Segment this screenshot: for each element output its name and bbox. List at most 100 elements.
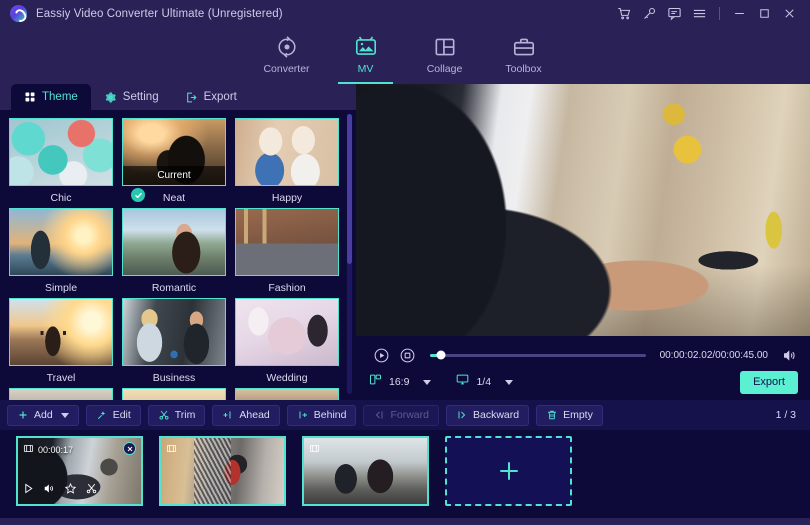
theme-item-happy[interactable]: Happy <box>235 118 339 208</box>
theme-grid: Chic Current Neat Happy Simple Romantic … <box>0 110 356 400</box>
theme-scroll-area[interactable]: Chic Current Neat Happy Simple Romantic … <box>0 110 356 400</box>
video-preview[interactable] <box>356 84 810 336</box>
nav-item-toolbox[interactable]: Toolbox <box>484 27 563 84</box>
theme-scrollbar[interactable] <box>347 114 352 394</box>
key-icon[interactable] <box>637 0 662 27</box>
theme-item-chic[interactable]: Chic <box>9 118 113 208</box>
maximize-icon[interactable] <box>752 0 777 27</box>
effect-icon[interactable] <box>64 482 77 500</box>
trash-icon <box>546 409 558 421</box>
minimize-icon[interactable] <box>727 0 752 27</box>
theme-selected-check-icon <box>131 188 145 202</box>
film-icon <box>23 443 34 456</box>
theme-item-partial[interactable] <box>235 388 339 400</box>
cart-icon[interactable] <box>612 0 637 27</box>
theme-item-simple[interactable]: Simple <box>9 208 113 298</box>
theme-thumbnail <box>235 388 339 400</box>
add-button-label: Add <box>34 409 53 421</box>
clip-close-icon[interactable] <box>123 442 136 455</box>
backward-button[interactable]: Backward <box>445 404 530 426</box>
ahead-button[interactable]: Ahead <box>212 404 280 426</box>
theme-item-travel[interactable]: Travel <box>9 298 113 388</box>
trim-button[interactable]: Trim <box>147 404 206 426</box>
tab-label-setting: Setting <box>122 91 159 103</box>
move-backward-icon <box>456 409 468 421</box>
theme-thumbnail <box>122 388 226 400</box>
timeline-clip[interactable]: 00:00:17 <box>16 436 143 506</box>
seek-handle[interactable] <box>436 350 446 360</box>
timeline-clip[interactable] <box>302 436 429 506</box>
add-clip-button[interactable] <box>445 436 572 506</box>
backward-button-label: Backward <box>472 409 520 421</box>
theme-thumbnail <box>9 118 113 186</box>
tab-setting[interactable]: Setting <box>91 84 172 110</box>
close-icon[interactable] <box>777 0 802 27</box>
theme-item-romantic[interactable]: Romantic <box>122 208 226 298</box>
tab-theme[interactable]: Theme <box>11 84 91 110</box>
ahead-button-label: Ahead <box>239 409 270 421</box>
edit-button-label: Edit <box>112 409 131 421</box>
scissors-icon <box>158 409 170 421</box>
clip-duration-badge <box>309 443 324 456</box>
theme-label: Travel <box>46 372 76 384</box>
nav-item-converter[interactable]: Converter <box>247 27 326 84</box>
status-strip <box>0 518 810 525</box>
stop-icon[interactable] <box>394 342 420 368</box>
theme-item-wedding[interactable]: Wedding <box>235 298 339 388</box>
theme-item-partial[interactable] <box>9 388 113 400</box>
theme-label: Simple <box>44 282 78 294</box>
theme-panel: Theme Setting Export Chic Current Neat H… <box>0 84 356 400</box>
aspect-ratio-control[interactable]: 16:9 <box>368 372 432 392</box>
chevron-down-icon[interactable] <box>60 412 69 418</box>
theme-item-fashion[interactable]: Fashion <box>235 208 339 298</box>
theme-item-business[interactable]: Business <box>122 298 226 388</box>
clip-list: 00:00:17 <box>0 430 810 506</box>
empty-button[interactable]: Empty <box>536 404 603 426</box>
add-button[interactable]: Add <box>7 404 79 426</box>
theme-thumbnail <box>9 388 113 400</box>
theme-item-neat[interactable]: Current Neat <box>122 118 226 208</box>
clip-tools <box>22 482 98 500</box>
theme-label: Chic <box>50 192 72 204</box>
play-icon[interactable] <box>22 482 35 500</box>
volume-icon[interactable] <box>43 482 56 500</box>
clip-toolbar: Add Edit Trim Ahead Behind Forward Backw… <box>0 400 810 430</box>
theme-item-partial[interactable] <box>122 388 226 400</box>
chevron-down-icon[interactable] <box>423 379 432 385</box>
play-icon[interactable] <box>368 342 394 368</box>
theme-thumbnail: Current <box>122 118 226 186</box>
nav-item-collage[interactable]: Collage <box>405 27 484 84</box>
clip-duration: 00:00:17 <box>38 444 74 455</box>
volume-icon[interactable] <box>776 342 802 368</box>
export-button[interactable]: Export <box>740 370 798 394</box>
feedback-icon[interactable] <box>662 0 687 27</box>
preview-subject <box>356 84 810 336</box>
chevron-down-icon[interactable] <box>505 379 514 385</box>
trim-button-label: Trim <box>174 409 196 421</box>
sub-tabs: Theme Setting Export <box>0 84 356 110</box>
edit-button[interactable]: Edit <box>85 404 141 426</box>
nav-label-toolbox: Toolbox <box>505 63 542 75</box>
quality-control[interactable]: 1/4 <box>455 372 514 392</box>
behind-button[interactable]: Behind <box>286 404 357 426</box>
nav-item-mv[interactable]: MV <box>326 27 405 84</box>
theme-thumbnail <box>9 208 113 276</box>
tab-export[interactable]: Export <box>172 84 250 110</box>
timeline-clip[interactable] <box>159 436 286 506</box>
grid-icon <box>24 91 36 103</box>
scissors-icon[interactable] <box>85 482 98 500</box>
theme-label: Wedding <box>266 372 308 384</box>
plus-icon <box>17 409 29 421</box>
theme-thumbnail <box>235 208 339 276</box>
seek-slider[interactable] <box>430 350 646 360</box>
theme-thumbnail <box>235 298 339 366</box>
theme-label: Business <box>152 372 196 384</box>
theme-label: Happy <box>271 192 303 204</box>
nav-label-collage: Collage <box>426 63 463 75</box>
theme-scrollbar-thumb[interactable] <box>347 114 352 264</box>
magic-wand-icon <box>96 409 108 421</box>
theme-current-badge: Current <box>123 166 225 185</box>
menu-icon[interactable] <box>687 0 712 27</box>
plus-icon <box>499 462 518 480</box>
move-forward-icon <box>373 409 385 421</box>
